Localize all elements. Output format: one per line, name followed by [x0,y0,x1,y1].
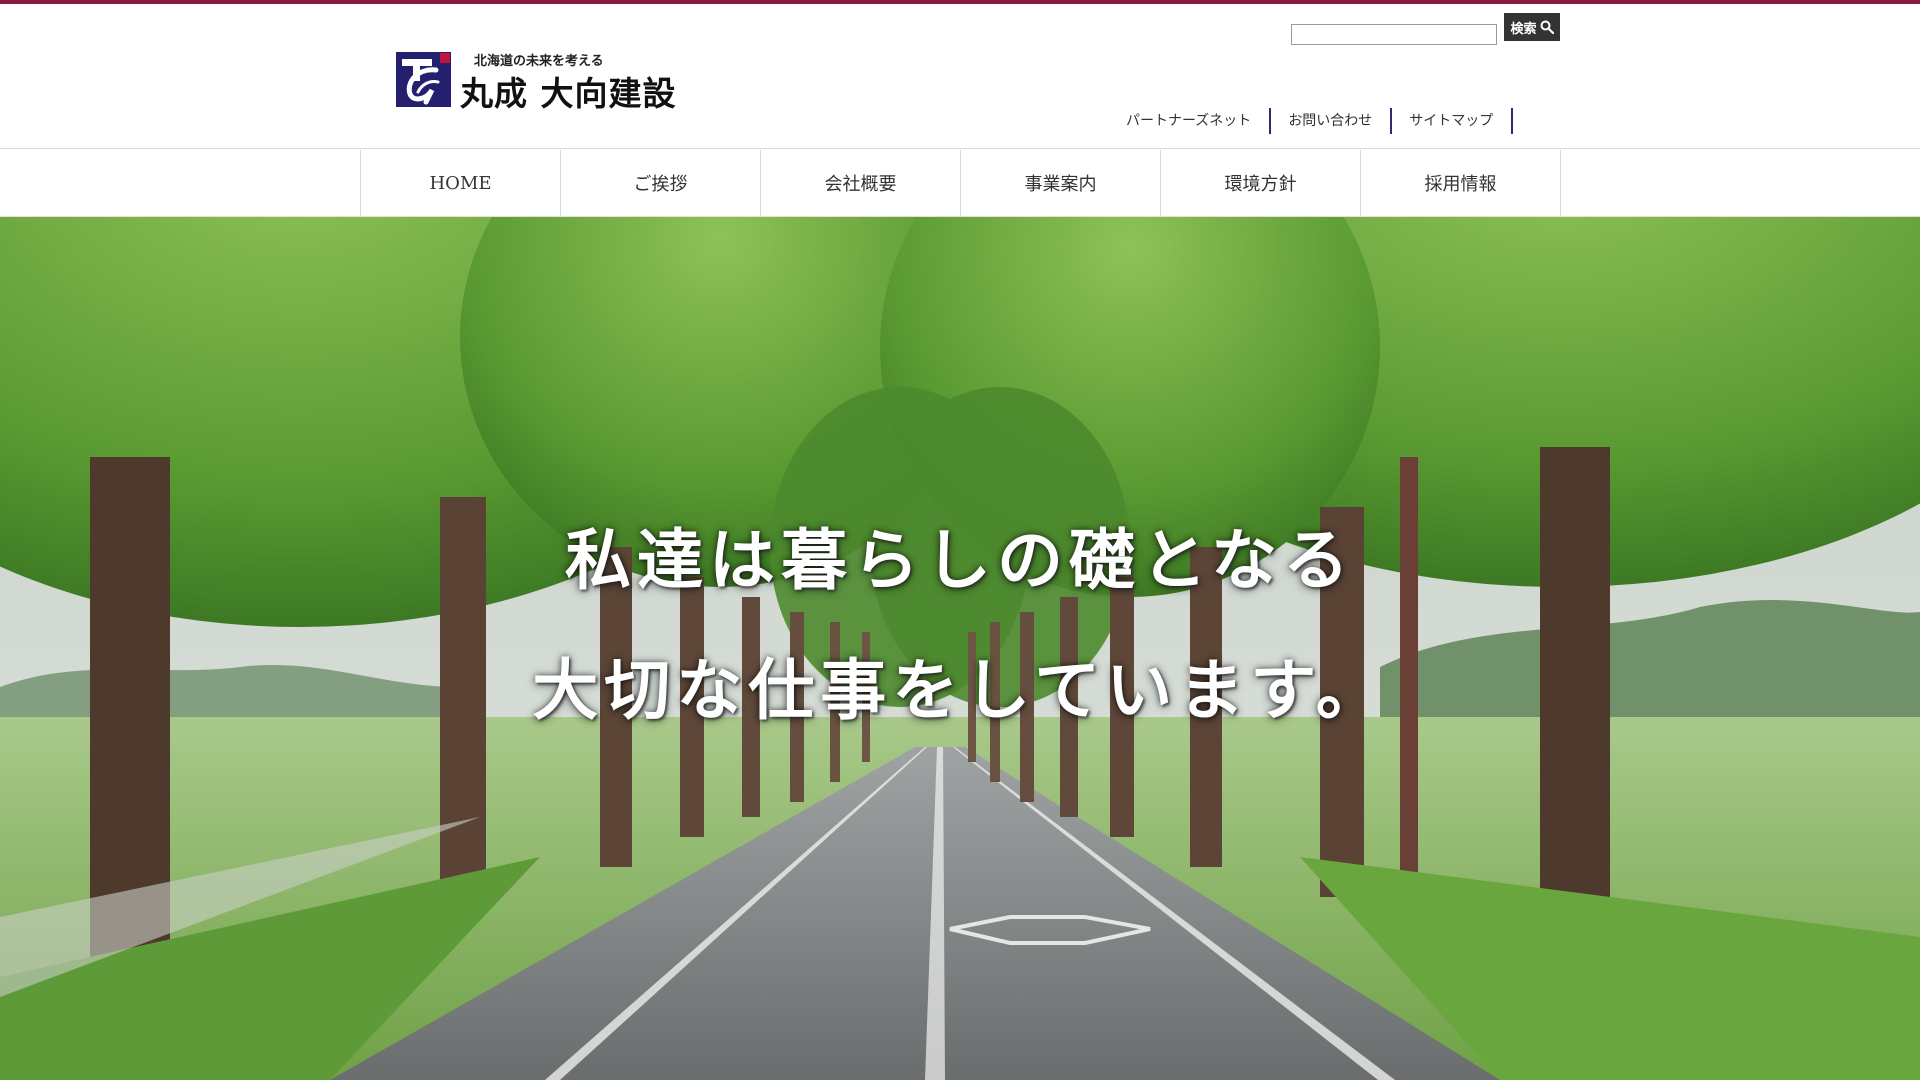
utility-link-partners[interactable]: パートナーズネット [1109,108,1272,134]
nav-item-greeting[interactable]: ご挨拶 [561,150,761,216]
nav-item-company[interactable]: 会社概要 [761,150,961,216]
nav-item-recruit[interactable]: 採用情報 [1361,150,1561,216]
logo-mark-icon [396,52,451,107]
global-nav: HOME ご挨拶 会社概要 事業案内 環境方針 採用情報 [0,150,1920,217]
search-input[interactable] [1291,24,1497,45]
site-logo[interactable]: 北海道の未来を考える 丸成 大向建設 [396,49,696,113]
utility-link-sitemap[interactable]: サイトマップ [1392,108,1514,134]
company-name: 丸成 大向建設 [460,74,677,113]
nav-item-home[interactable]: HOME [361,150,561,216]
search-button-label: 検索 [1510,20,1537,36]
search-icon [1540,20,1554,34]
hero-image [0,217,1920,1080]
nav-item-business[interactable]: 事業案内 [961,150,1161,216]
search-button[interactable]: 検索 [1504,13,1560,41]
global-nav-list: HOME ご挨拶 会社概要 事業案内 環境方針 採用情報 [360,150,1561,216]
utility-links: パートナーズネット お問い合わせ サイトマップ [1109,108,1514,134]
site-header: 北海道の未来を考える 丸成 大向建設 検索 パートナーズネット お問い合わせ サ… [0,4,1920,149]
nav-item-environment[interactable]: 環境方針 [1161,150,1361,216]
utility-link-contact[interactable]: お問い合わせ [1271,108,1393,134]
hero-banner: 私達は暮らしの礎となる 大切な仕事をしています。 [0,217,1920,1080]
